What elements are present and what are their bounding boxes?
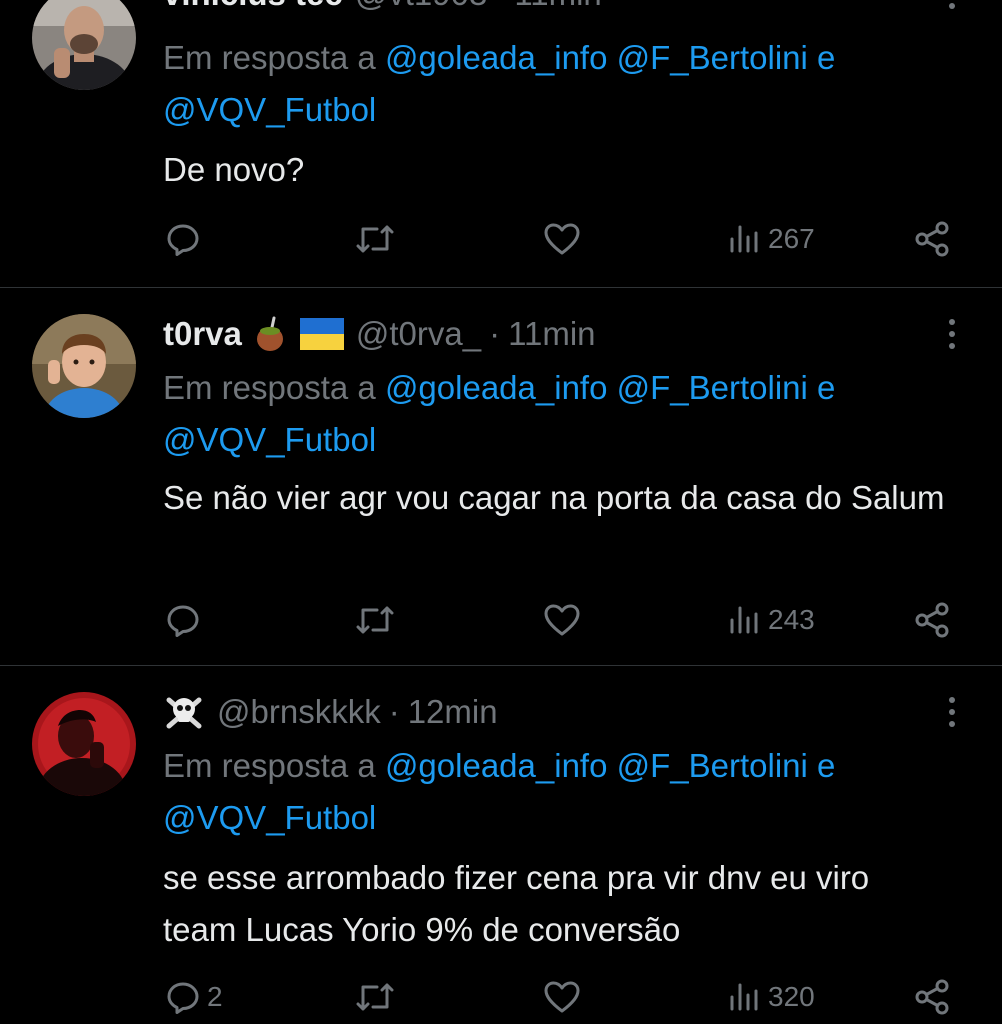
mention-link[interactable]: @goleada_info xyxy=(385,369,608,406)
tweet-text: se esse arrombado fizer cena pra vir dnv… xyxy=(163,859,870,948)
mention-link[interactable]: @VQV_Futbol xyxy=(163,421,376,458)
retweet-button[interactable] xyxy=(354,595,396,645)
like-icon xyxy=(542,600,582,640)
avatar[interactable] xyxy=(32,314,136,418)
like-button[interactable] xyxy=(542,214,582,264)
mention-link[interactable]: @goleada_info xyxy=(385,747,608,784)
more-icon[interactable] xyxy=(940,312,964,356)
mention-link[interactable]: @VQV_Futbol xyxy=(163,91,376,128)
like-button[interactable] xyxy=(542,972,582,1022)
separator-dot: · xyxy=(388,693,400,730)
reply-button[interactable]: 2 xyxy=(163,972,223,1022)
reply-button[interactable] xyxy=(163,214,207,264)
retweet-button[interactable] xyxy=(354,214,396,264)
mention-link[interactable]: @VQV_Futbol xyxy=(163,799,376,836)
avatar[interactable] xyxy=(32,0,136,90)
retweet-icon xyxy=(354,600,396,640)
mention-conjunction: e xyxy=(817,747,836,784)
reply-count: 2 xyxy=(207,981,223,1012)
share-icon xyxy=(912,219,952,259)
like-icon xyxy=(542,977,582,1017)
reply-icon xyxy=(163,219,203,259)
share-button[interactable] xyxy=(912,595,952,645)
display-name[interactable]: vinicius tec xyxy=(163,0,343,13)
mention-link[interactable]: @F_Bertolini xyxy=(617,39,808,76)
skull-crossbones-emoji xyxy=(163,694,205,730)
tweet-header: t0rva @t0rva_ · 11min xyxy=(163,312,596,356)
handle[interactable]: @vt1903 xyxy=(355,0,488,13)
tweet-header: vinicius tec @vt1903 · 11min xyxy=(163,0,602,16)
reply-button[interactable] xyxy=(163,595,207,645)
views-icon xyxy=(728,219,764,259)
share-button[interactable] xyxy=(912,972,952,1022)
view-count: 320 xyxy=(768,981,815,1012)
views-button[interactable]: 267 xyxy=(728,214,815,264)
ukraine-flag-emoji xyxy=(299,318,344,350)
tweet-text: Se não vier agr vou cagar na porta da ca… xyxy=(163,479,945,516)
like-icon xyxy=(542,219,582,259)
like-button[interactable] xyxy=(542,595,582,645)
reply-icon xyxy=(163,977,203,1017)
action-bar: 267 xyxy=(0,214,1002,264)
action-bar: 243 xyxy=(0,595,1002,645)
timestamp[interactable]: 11min xyxy=(508,315,595,353)
share-button[interactable] xyxy=(912,214,952,264)
tweet[interactable]: t0rva @t0rva_ · 11min Em resposta a @gol… xyxy=(0,288,1002,664)
more-icon[interactable] xyxy=(940,0,964,16)
view-count: 243 xyxy=(768,604,815,635)
retweet-button[interactable] xyxy=(354,972,396,1022)
display-name[interactable]: t0rva xyxy=(163,315,242,353)
more-icon[interactable] xyxy=(940,690,964,734)
share-icon xyxy=(912,600,952,640)
reply-prefix: Em resposta a xyxy=(163,369,376,406)
reply-context: Em resposta a @goleada_info @F_Bertolini… xyxy=(163,740,963,844)
tweet-header: @brnskkkk · 12min xyxy=(163,690,498,734)
reply-feed: vinicius tec @vt1903 · 11min Em resposta… xyxy=(0,0,1002,1024)
retweet-icon xyxy=(354,219,396,259)
tweet-text: De novo? xyxy=(163,151,305,188)
share-icon xyxy=(912,977,952,1017)
avatar[interactable] xyxy=(32,692,136,796)
mention-link[interactable]: @goleada_info xyxy=(385,39,608,76)
mention-conjunction: e xyxy=(817,39,836,76)
reply-context: Em resposta a @goleada_info @F_Bertolini… xyxy=(163,362,963,466)
handle[interactable]: @brnskkkk xyxy=(217,693,381,731)
reply-prefix: Em resposta a xyxy=(163,39,376,76)
views-button[interactable]: 243 xyxy=(728,595,815,645)
handle[interactable]: @t0rva_ xyxy=(356,315,481,353)
action-bar: 2 320 xyxy=(0,972,1002,1022)
separator-dot: · xyxy=(495,0,506,13)
tweet[interactable]: @brnskkkk · 12min Em resposta a @goleada… xyxy=(0,666,1002,1024)
retweet-icon xyxy=(354,977,396,1017)
reply-icon xyxy=(163,600,203,640)
view-count: 267 xyxy=(768,223,815,254)
mention-link[interactable]: @F_Bertolini xyxy=(617,369,808,406)
views-icon xyxy=(728,600,764,640)
reply-prefix: Em resposta a xyxy=(163,747,376,784)
tweet[interactable]: vinicius tec @vt1903 · 11min Em resposta… xyxy=(0,0,1002,287)
views-icon xyxy=(728,977,764,1017)
reply-context: Em resposta a @goleada_info @F_Bertolini… xyxy=(163,32,963,136)
mate-gourd-emoji xyxy=(254,316,288,352)
timestamp[interactable]: 12min xyxy=(408,693,498,731)
mention-conjunction: e xyxy=(817,369,836,406)
mention-link[interactable]: @F_Bertolini xyxy=(617,747,808,784)
separator-dot: · xyxy=(489,315,501,352)
views-button[interactable]: 320 xyxy=(728,972,815,1022)
timestamp[interactable]: 11min xyxy=(514,0,601,13)
